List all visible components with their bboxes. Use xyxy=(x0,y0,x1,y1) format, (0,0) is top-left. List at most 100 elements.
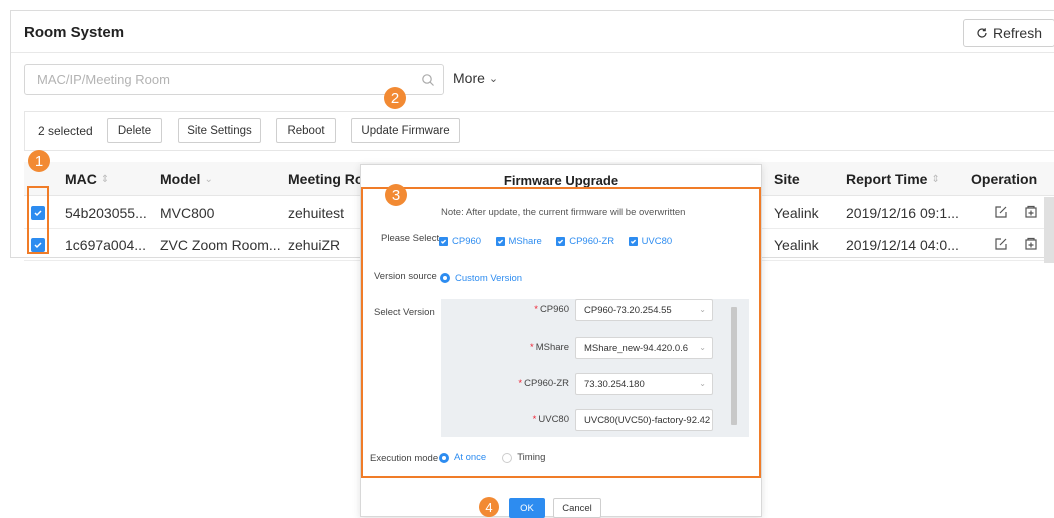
device-label: CP960-ZR xyxy=(569,236,615,247)
version-value: UVC80(UVC50)-factory-92.42 xyxy=(584,415,711,426)
column-operation-label: Operation xyxy=(971,171,1038,187)
search-icon[interactable] xyxy=(421,73,435,87)
column-site: Site xyxy=(774,171,800,187)
device-label: CP960 xyxy=(452,236,482,247)
execution-mode-group: At once Timing xyxy=(439,452,545,463)
chevron-down-icon: ⌄ xyxy=(204,173,213,185)
column-model-label: Model xyxy=(160,171,201,187)
version-row-mshare: * MShare MShare_new-94.420.0.6 ⌄ xyxy=(441,337,731,359)
dialog-note: Note: After update, the current firmware… xyxy=(441,207,686,218)
version-label: * CP960 xyxy=(534,304,569,315)
panel-header: Room System Refresh xyxy=(11,11,1054,53)
column-mac-label: MAC xyxy=(65,171,97,187)
execution-option-label: Timing xyxy=(517,452,546,463)
row-operations xyxy=(994,205,1038,219)
radio-empty-icon xyxy=(502,452,513,463)
device-checkbox[interactable]: CP960 xyxy=(439,236,481,247)
version-source-option[interactable]: Custom Version xyxy=(440,270,522,288)
sort-icon: ⇕ xyxy=(931,173,940,185)
chevron-down-icon: ⌄ xyxy=(699,305,706,314)
cancel-button[interactable]: Cancel xyxy=(553,498,601,518)
table-scrollbar[interactable] xyxy=(1044,197,1054,263)
refresh-label: Refresh xyxy=(992,25,1043,41)
execution-option-at-once[interactable]: At once xyxy=(439,452,486,463)
version-label: * CP960-ZR xyxy=(518,378,569,389)
version-select[interactable]: MShare_new-94.420.0.6 ⌄ xyxy=(575,337,713,359)
please-select-label: Please Select xyxy=(381,233,440,244)
device-checkbox[interactable]: CP960-ZR xyxy=(556,236,614,247)
cell-meeting-room: zehuiZR xyxy=(288,237,341,253)
cell-mac: 1c697a004... xyxy=(65,237,146,253)
execution-mode-label: Execution mode xyxy=(370,453,439,464)
chevron-down-icon: ⌄ xyxy=(488,72,499,85)
site-settings-button[interactable]: Site Settings xyxy=(178,118,261,143)
sort-icon: ⇕ xyxy=(100,173,110,185)
edit-icon[interactable] xyxy=(994,205,1008,219)
execution-option-timing[interactable]: Timing xyxy=(502,452,545,463)
version-source-value: Custom Version xyxy=(455,272,523,284)
cell-model: MVC800 xyxy=(160,205,215,221)
version-select-area: * CP960 CP960-73.20.254.55 ⌄ * MShare MShar… xyxy=(441,299,749,437)
edit-icon[interactable] xyxy=(994,237,1008,251)
more-dropdown[interactable]: More ⌄ xyxy=(453,70,498,86)
version-select[interactable]: CP960-73.20.254.55 ⌄ xyxy=(575,299,713,321)
search-input[interactable] xyxy=(37,65,417,93)
column-site-label: Site xyxy=(774,171,800,187)
delete-button[interactable]: Delete xyxy=(107,118,162,143)
column-mac[interactable]: MAC ⇕ xyxy=(65,171,109,187)
cell-mac: 54b203055... xyxy=(65,205,147,221)
checkbox-checked-icon xyxy=(495,237,505,246)
update-firmware-button[interactable]: Update Firmware xyxy=(351,118,460,143)
version-select[interactable]: UVC80(UVC50)-factory-92.42 ⌄ xyxy=(575,409,713,431)
radio-selected-icon xyxy=(440,273,450,283)
refresh-icon xyxy=(977,28,987,38)
chevron-down-icon: ⌄ xyxy=(699,415,706,424)
checkbox-checked-icon xyxy=(628,237,638,246)
selected-count: 2 selected xyxy=(38,124,93,138)
cell-site: Yealink xyxy=(774,205,819,221)
column-report-time[interactable]: Report Time ⇕ xyxy=(846,171,940,187)
version-value: CP960-73.20.254.55 xyxy=(584,305,672,316)
chevron-down-icon: ⌄ xyxy=(699,379,706,388)
cell-report-time: 2019/12/14 04:0... xyxy=(846,237,959,253)
version-source-label: Version source xyxy=(374,271,437,282)
radio-selected-icon xyxy=(439,452,449,463)
ok-button[interactable]: OK xyxy=(509,498,545,518)
version-row-cp960: * CP960 CP960-73.20.254.55 ⌄ xyxy=(441,299,731,321)
more-label: More xyxy=(453,70,485,86)
select-version-label: Select Version xyxy=(374,307,435,318)
version-scrollbar[interactable] xyxy=(731,307,737,425)
column-report-time-label: Report Time xyxy=(846,171,928,187)
firmware-upgrade-dialog: Firmware Upgrade 3 Note: After update, t… xyxy=(360,164,762,518)
device-label: MShare xyxy=(508,236,542,247)
column-model[interactable]: Model ⌄ xyxy=(160,171,213,187)
cell-report-time: 2019/12/16 09:1... xyxy=(846,205,959,221)
bulk-action-toolbar: 2 selected Delete Site Settings Reboot U… xyxy=(24,111,1054,151)
execution-option-label: At once xyxy=(454,452,487,463)
version-row-uvc80: * UVC80 UVC80(UVC50)-factory-92.42 ⌄ xyxy=(441,409,731,431)
refresh-button[interactable]: Refresh xyxy=(963,19,1054,47)
version-select[interactable]: 73.30.254.180 ⌄ xyxy=(575,373,713,395)
column-meeting-room: Meeting Roc xyxy=(288,171,371,187)
cell-meeting-room: zehuitest xyxy=(288,205,345,221)
checkbox-highlight xyxy=(27,186,49,254)
device-checkbox[interactable]: UVC80 xyxy=(628,236,672,247)
version-label: * MShare xyxy=(530,342,569,353)
device-config-icon[interactable] xyxy=(1024,205,1038,219)
device-config-icon[interactable] xyxy=(1024,237,1038,251)
step-badge-3: 3 xyxy=(385,184,407,206)
search-box[interactable] xyxy=(24,64,444,95)
step-badge-1: 1 xyxy=(28,150,50,172)
version-label: * UVC80 xyxy=(532,414,569,425)
device-checkbox[interactable]: MShare xyxy=(495,236,542,247)
step-badge-4: 4 xyxy=(479,497,499,517)
row-operations xyxy=(994,237,1038,251)
cell-site: Yealink xyxy=(774,237,819,253)
step-badge-2: 2 xyxy=(384,87,406,109)
reboot-button[interactable]: Reboot xyxy=(276,118,336,143)
column-operation: Operation xyxy=(971,171,1037,187)
column-meeting-room-label: Meeting Roc xyxy=(288,171,372,187)
version-value: 73.30.254.180 xyxy=(584,379,645,390)
chevron-down-icon: ⌄ xyxy=(699,343,706,352)
checkbox-checked-icon xyxy=(439,237,448,246)
